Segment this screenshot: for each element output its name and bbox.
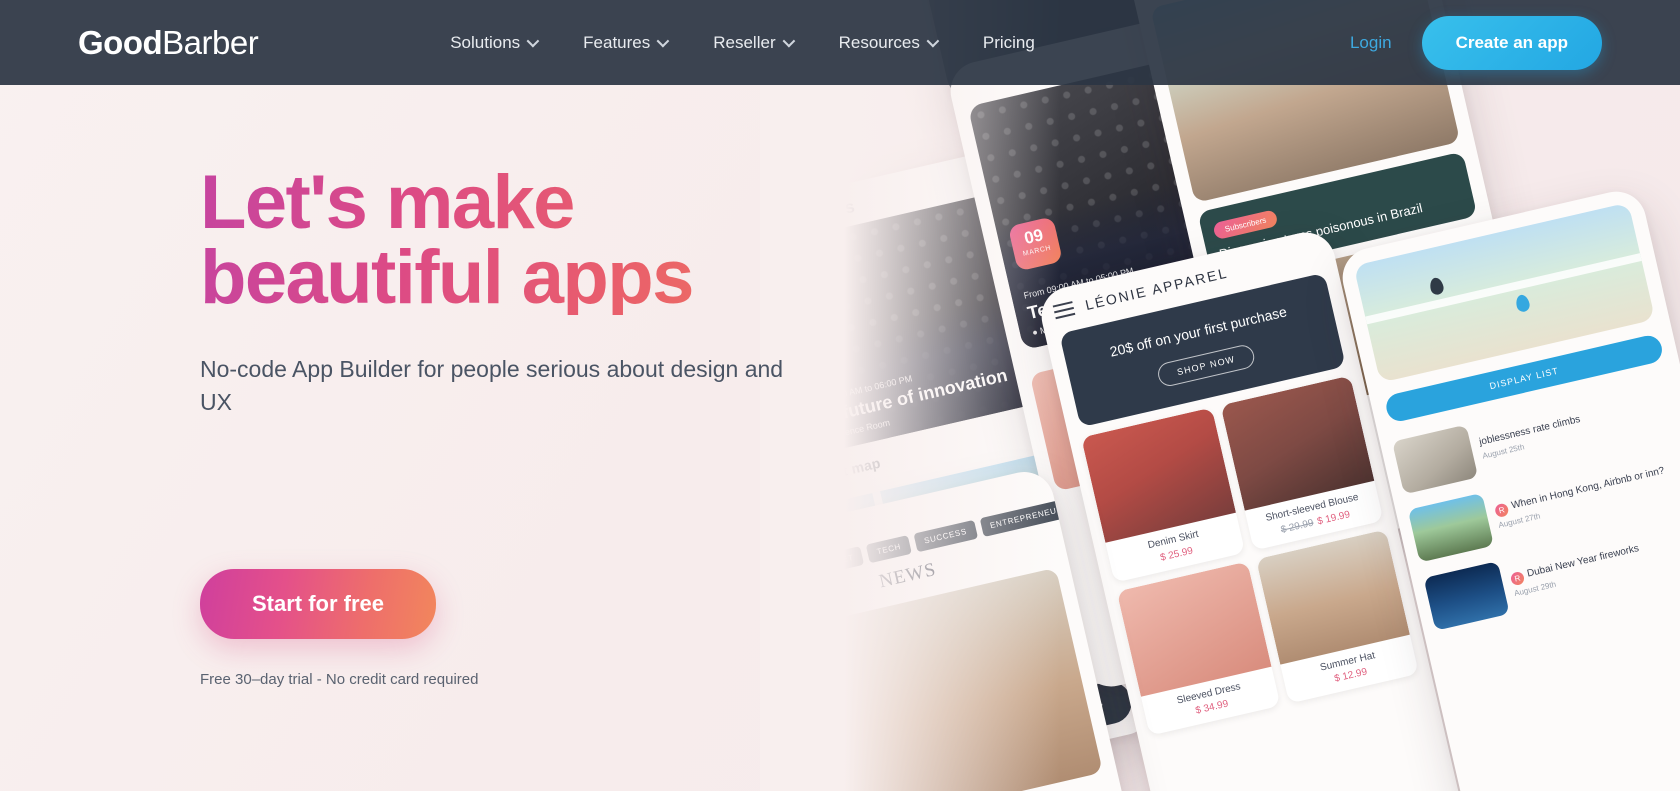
nav-label: Solutions bbox=[450, 32, 521, 52]
chevron-down-icon bbox=[526, 34, 540, 48]
r-badge: R bbox=[1509, 570, 1526, 587]
site-header: GoodBarber Solutions Features Reseller R… bbox=[0, 0, 1680, 85]
login-link[interactable]: Login bbox=[1350, 33, 1392, 53]
menu-icon[interactable] bbox=[1052, 301, 1076, 320]
main-navigation: Solutions Features Reseller Resources Pr… bbox=[450, 33, 1035, 53]
logo-text-bold: Good bbox=[78, 23, 163, 61]
start-for-free-button[interactable]: Start for free bbox=[200, 568, 437, 639]
product-card[interactable]: Denim Skirt $ 25.99 bbox=[1081, 407, 1245, 583]
headline-line-1: Let's make bbox=[200, 160, 574, 245]
shop-now-button[interactable]: SHOP NOW bbox=[1155, 343, 1257, 389]
r-badge: R bbox=[1493, 502, 1510, 519]
headline-line-2: beautiful apps bbox=[200, 235, 693, 321]
trial-note: Free 30–day trial - No credit card requi… bbox=[200, 670, 479, 688]
create-an-app-button[interactable]: Create an app bbox=[1421, 15, 1602, 70]
nav-item-resources[interactable]: Resources bbox=[838, 32, 940, 53]
nav-item-reseller[interactable]: Reseller bbox=[713, 32, 795, 53]
logo-text-light: Barber bbox=[162, 23, 259, 61]
nav-label: Pricing bbox=[982, 32, 1035, 52]
nav-item-solutions[interactable]: Solutions bbox=[450, 32, 540, 53]
chevron-down-icon bbox=[926, 34, 940, 48]
page-title: Let's make beautiful apps bbox=[200, 165, 830, 315]
product-card[interactable]: Sleeved Dress $ 34.99 bbox=[1116, 561, 1281, 736]
product-card[interactable]: Summer Hat $ 12.99 bbox=[1255, 529, 1419, 704]
nav-item-features[interactable]: Features bbox=[583, 32, 670, 53]
app-mockup-collage: The concept Digital Innovation Trade Sho… bbox=[760, 0, 1680, 791]
product-card[interactable]: Short-sleeved Blouse $ 29.99$ 19.99 bbox=[1220, 375, 1384, 551]
chevron-down-icon bbox=[782, 34, 795, 48]
nav-label: Reseller bbox=[713, 32, 776, 52]
nav-item-pricing[interactable]: Pricing bbox=[983, 33, 1035, 53]
hero-section: Let's make beautiful apps No-code App Bu… bbox=[0, 85, 830, 791]
logo[interactable]: GoodBarber bbox=[78, 23, 259, 62]
chevron-down-icon bbox=[656, 34, 670, 48]
nav-label: Resources bbox=[838, 32, 920, 52]
news-category[interactable]: TECH bbox=[866, 535, 912, 564]
nav-label: Features bbox=[583, 32, 651, 52]
hero-subheading: No-code App Builder for people serious a… bbox=[200, 356, 784, 416]
